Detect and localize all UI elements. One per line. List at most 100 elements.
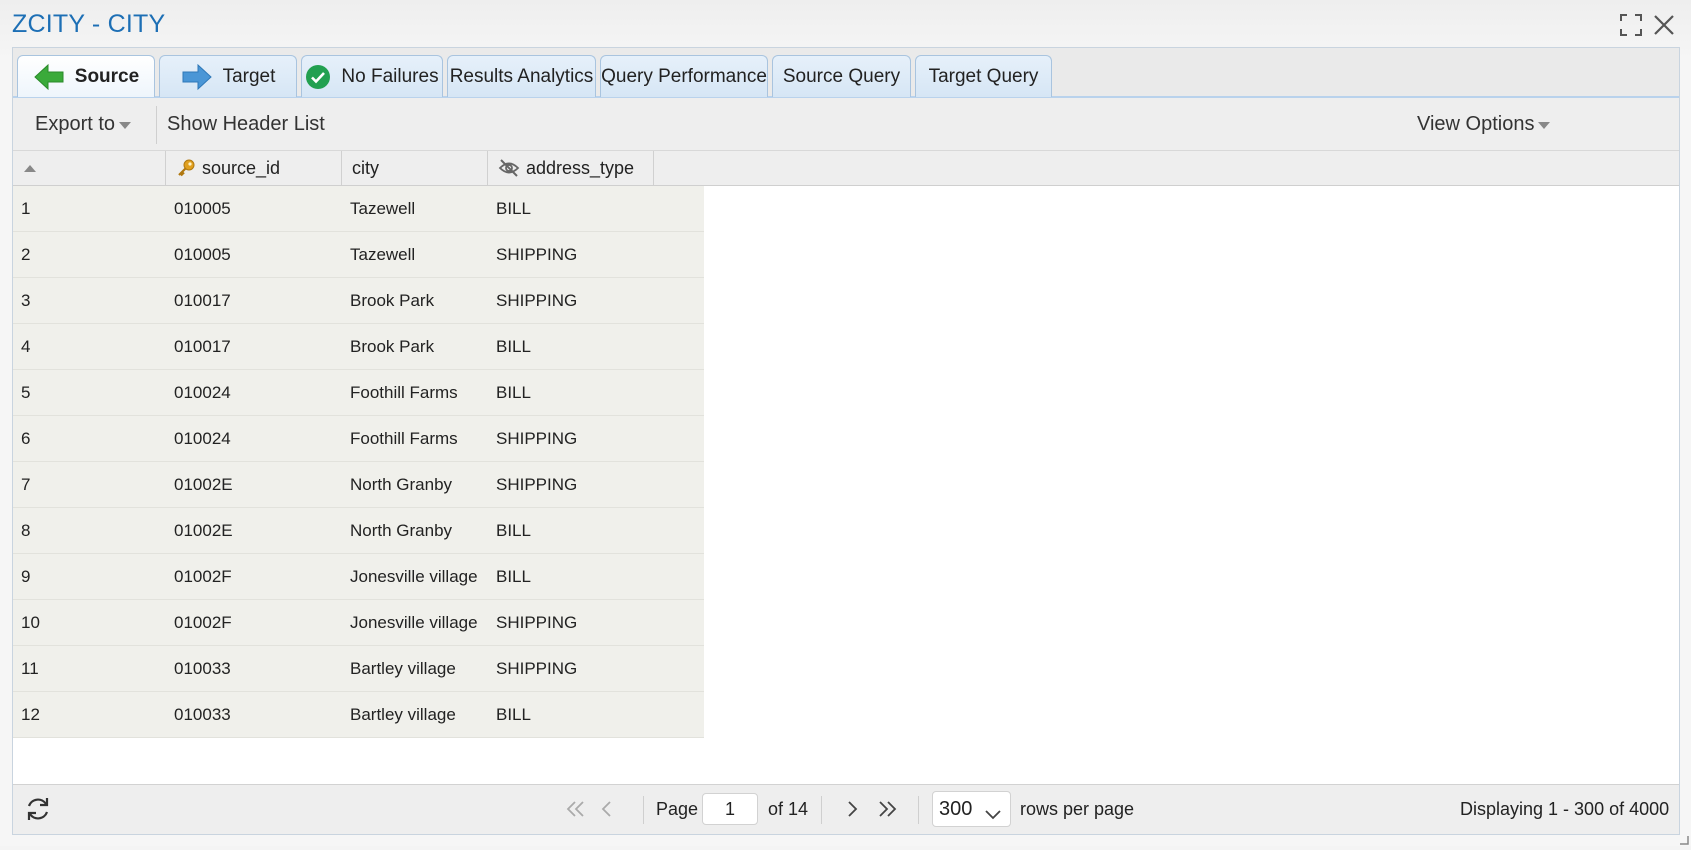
address-type-cell: SHIPPING bbox=[496, 613, 578, 632]
address-type-cell: BILL bbox=[496, 383, 531, 402]
source-id-cell: 010017 bbox=[174, 291, 231, 310]
next-page-icon[interactable] bbox=[846, 800, 858, 823]
row-number-cell: 2 bbox=[21, 245, 31, 264]
tab-results-analytics[interactable]: Results Analytics bbox=[447, 55, 596, 97]
address-type-cell: BILL bbox=[496, 567, 531, 586]
row-number-cell: 9 bbox=[21, 567, 31, 586]
city-cell: Bartley village bbox=[350, 659, 456, 678]
column-label: city bbox=[352, 157, 379, 178]
row-number-cell: 6 bbox=[21, 429, 31, 448]
tab-label: Query Performance bbox=[601, 65, 767, 87]
table-row[interactable]: 12 010033 Bartley village BILL bbox=[13, 692, 704, 738]
source-id-cell: 01002E bbox=[174, 521, 233, 540]
address-type-cell: SHIPPING bbox=[496, 291, 578, 310]
city-cell: Tazewell bbox=[350, 199, 416, 218]
export-label: Export to bbox=[35, 112, 116, 135]
column-label: address_type bbox=[526, 157, 635, 178]
source-id-cell: 010033 bbox=[174, 659, 231, 678]
rows-per-page-select[interactable]: 300 bbox=[932, 791, 1011, 827]
display-count: Displaying 1 - 300 of 4000 bbox=[1460, 799, 1670, 819]
table-row[interactable]: 1 010005 Tazewell BILL bbox=[13, 186, 704, 232]
city-cell: North Granby bbox=[350, 475, 453, 494]
tab-target-query[interactable]: Target Query bbox=[915, 55, 1052, 97]
source-id-cell: 01002F bbox=[174, 613, 232, 632]
pagination-divider bbox=[821, 796, 822, 824]
previous-page-icon[interactable] bbox=[601, 800, 613, 823]
table-row[interactable]: 4 010017 Brook Park BILL bbox=[13, 324, 704, 370]
address-type-cell: BILL bbox=[496, 521, 531, 540]
tab-source[interactable]: Source bbox=[17, 55, 155, 97]
arrow-right-icon bbox=[181, 63, 213, 91]
chevron-down-icon bbox=[985, 803, 1001, 826]
page-number-input[interactable] bbox=[702, 793, 758, 825]
city-cell: North Granby bbox=[350, 521, 453, 540]
resize-grip-icon[interactable] bbox=[1679, 832, 1689, 850]
tab-query-performance[interactable]: Query Performance bbox=[600, 55, 768, 97]
address-type-cell: SHIPPING bbox=[496, 245, 578, 264]
table-row[interactable]: 10 01002F Jonesville village SHIPPING bbox=[13, 600, 704, 646]
grid-header: source_id city address_type bbox=[13, 151, 1679, 186]
city-cell: Jonesville village bbox=[350, 613, 478, 632]
maximize-icon[interactable] bbox=[1618, 12, 1644, 38]
sort-up-icon bbox=[23, 163, 37, 173]
table-row[interactable]: 9 01002F Jonesville village BILL bbox=[13, 554, 704, 600]
address-type-cell: BILL bbox=[496, 199, 531, 218]
tab-label: Results Analytics bbox=[449, 65, 594, 87]
row-number-column-header[interactable] bbox=[13, 151, 166, 185]
show-header-list-label: Show Header List bbox=[167, 112, 325, 135]
city-cell: Bartley village bbox=[350, 705, 456, 724]
chevron-down-icon bbox=[119, 122, 132, 129]
view-options-label: View Options bbox=[1417, 112, 1535, 135]
first-page-icon[interactable] bbox=[566, 800, 586, 823]
row-number-cell: 4 bbox=[21, 337, 31, 356]
table-row[interactable]: 8 01002E North Granby BILL bbox=[13, 508, 704, 554]
tab-no-failures[interactable]: No Failures bbox=[301, 55, 443, 97]
page-label: Page bbox=[656, 799, 699, 819]
export-to-button[interactable]: Export to bbox=[35, 98, 132, 150]
address-type-column-header[interactable]: address_type bbox=[488, 151, 654, 185]
address-type-cell: SHIPPING bbox=[496, 429, 578, 448]
address-type-cell: BILL bbox=[496, 705, 531, 724]
window-title: ZCITY - CITY bbox=[12, 10, 166, 38]
pagination-divider bbox=[643, 796, 644, 824]
results-window: ZCITY - CITY Source Target No Failures R… bbox=[0, 0, 1691, 846]
pagination-bar: Page of 14 300 rows per page bbox=[13, 784, 1679, 834]
check-circle-icon bbox=[305, 64, 331, 90]
table-row[interactable]: 7 01002E North Granby SHIPPING bbox=[13, 462, 704, 508]
table-row[interactable]: 6 010024 Foothill Farms SHIPPING bbox=[13, 416, 704, 462]
tab-target[interactable]: Target bbox=[159, 55, 297, 97]
show-header-list-button[interactable]: Show Header List bbox=[167, 98, 325, 150]
source-id-cell: 010033 bbox=[174, 705, 231, 724]
table-row[interactable]: 11 010033 Bartley village SHIPPING bbox=[13, 646, 704, 692]
row-number-cell: 7 bbox=[21, 475, 31, 494]
close-icon[interactable] bbox=[1651, 12, 1677, 38]
source-id-cell: 010005 bbox=[174, 199, 231, 218]
tab-source-query[interactable]: Source Query bbox=[772, 55, 911, 97]
refresh-icon[interactable] bbox=[24, 795, 52, 828]
city-cell: Tazewell bbox=[350, 245, 416, 264]
row-number-cell: 10 bbox=[21, 613, 40, 632]
tab-bar: Source Target No Failures Results Analyt… bbox=[13, 48, 1679, 98]
last-page-icon[interactable] bbox=[877, 800, 897, 823]
city-cell: Jonesville village bbox=[350, 567, 478, 586]
tab-label: Target Query bbox=[928, 65, 1039, 87]
tab-label: No Failures bbox=[341, 65, 439, 87]
page-count-label: of 14 bbox=[768, 799, 809, 819]
view-options-button[interactable]: View Options bbox=[1417, 98, 1551, 150]
city-cell: Foothill Farms bbox=[350, 383, 458, 402]
city-column-header[interactable]: city bbox=[342, 151, 488, 185]
table-row[interactable]: 3 010017 Brook Park SHIPPING bbox=[13, 278, 704, 324]
city-cell: Brook Park bbox=[350, 291, 435, 310]
grid-body: 1 010005 Tazewell BILL 2 010005 Tazewell… bbox=[13, 186, 1679, 780]
source-id-column-header[interactable]: source_id bbox=[166, 151, 342, 185]
source-id-cell: 010005 bbox=[174, 245, 231, 264]
table-row[interactable]: 5 010024 Foothill Farms BILL bbox=[13, 370, 704, 416]
key-icon bbox=[176, 158, 196, 178]
source-id-cell: 010017 bbox=[174, 337, 231, 356]
source-id-cell: 010024 bbox=[174, 383, 231, 402]
city-cell: Brook Park bbox=[350, 337, 435, 356]
table-row[interactable]: 2 010005 Tazewell SHIPPING bbox=[13, 232, 704, 278]
eye-off-icon bbox=[498, 158, 520, 178]
tab-label: Source bbox=[74, 65, 140, 87]
row-number-cell: 1 bbox=[21, 199, 31, 218]
